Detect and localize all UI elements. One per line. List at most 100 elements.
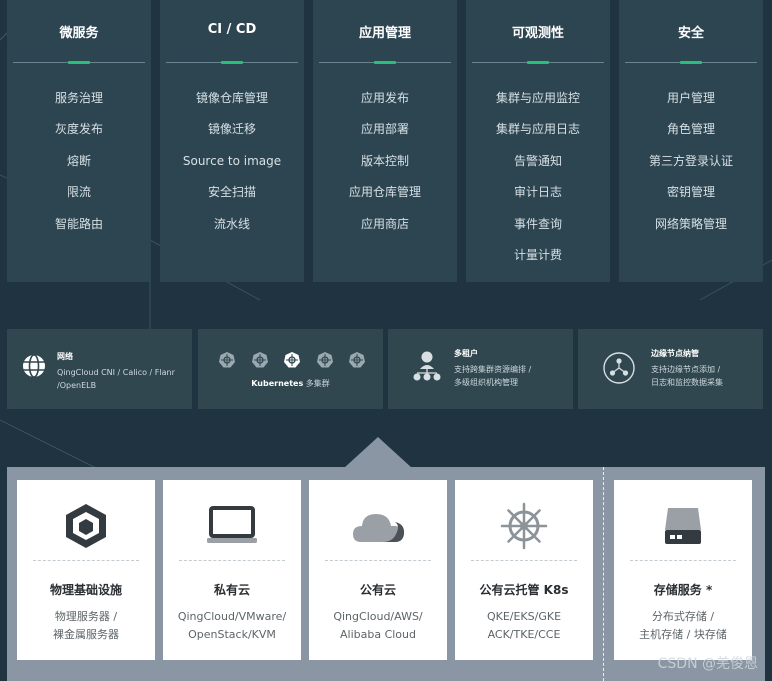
category-item: 应用部署 bbox=[360, 122, 409, 137]
platform-card-managed-k8s: 公有云托管 K8s QKE/EKS/GKE ACK/TKE/CCE bbox=[455, 480, 593, 660]
category-item: 网络策略管理 bbox=[654, 216, 727, 231]
helm-icon bbox=[251, 352, 268, 368]
category-item: 事件查询 bbox=[513, 216, 562, 231]
platform-desc: QKE/EKS/GKE ACK/TKE/CCE bbox=[455, 608, 593, 644]
tenant-icon bbox=[413, 351, 441, 381]
platform-desc: 分布式存储 / 主机存储 / 块存储 bbox=[614, 608, 752, 644]
category-accent bbox=[680, 61, 702, 64]
category-item: 应用商店 bbox=[360, 216, 409, 231]
card-divider bbox=[33, 560, 139, 561]
platform-title: 物理基础设施 bbox=[49, 583, 122, 597]
helm-icon bbox=[349, 352, 365, 368]
band-desc: 支持跨集群资源编排 / bbox=[454, 365, 532, 374]
category-item: 限流 bbox=[66, 185, 91, 200]
platform-card-private-cloud: 私有云 QingCloud/VMware/ OpenStack/KVM bbox=[163, 480, 301, 660]
category-item: 角色管理 bbox=[666, 122, 715, 137]
platform-card-public-cloud: 公有云 QingCloud/AWS/ Alibaba Cloud bbox=[309, 480, 447, 660]
category-item: 应用仓库管理 bbox=[348, 185, 421, 200]
platform-desc-line: 物理服务器 / bbox=[54, 610, 118, 623]
platform-desc: 物理服务器 / 裸金属服务器 bbox=[17, 608, 155, 644]
category-cicd: CI / CD 镜像仓库管理 镜像迁移 Source to image 安全扫描… bbox=[160, 0, 304, 282]
platform-desc-line: QingCloud/AWS/ bbox=[333, 610, 423, 623]
platform-divider bbox=[603, 467, 604, 681]
category-item: 第三方登录认证 bbox=[648, 153, 733, 168]
platform-desc-line: Alibaba Cloud bbox=[339, 628, 416, 641]
platform-title: 私有云 bbox=[213, 583, 250, 597]
storage-icon bbox=[665, 508, 701, 544]
kubernetes-label-zh: 多集群 bbox=[305, 379, 330, 388]
band-title: 边缘节点纳管 bbox=[651, 349, 699, 358]
helm-icon bbox=[219, 352, 235, 368]
category-item: 计量计费 bbox=[513, 247, 562, 262]
helm-icon bbox=[316, 352, 333, 368]
card-divider bbox=[179, 560, 285, 561]
helm-icon bbox=[500, 502, 548, 550]
helm-icon bbox=[284, 352, 300, 368]
category-title: 安全 bbox=[677, 26, 704, 41]
category-item: 智能路由 bbox=[54, 216, 103, 231]
category-item: 用户管理 bbox=[666, 91, 715, 105]
card-divider bbox=[325, 560, 431, 561]
platform-desc-line: 主机存储 / 块存储 bbox=[639, 628, 727, 641]
category-item: 熔断 bbox=[66, 153, 91, 168]
band-desc: 多级组织机构管理 bbox=[454, 378, 518, 387]
category-item: 安全扫描 bbox=[207, 185, 256, 200]
category-item: 应用发布 bbox=[360, 91, 409, 105]
platform-desc: QingCloud/VMware/ OpenStack/KVM bbox=[163, 608, 301, 644]
cloud-icon bbox=[353, 514, 405, 542]
laptop-icon bbox=[207, 506, 257, 543]
category-item: 服务治理 bbox=[54, 91, 103, 105]
band-desc: 日志和监控数据采集 bbox=[651, 378, 723, 387]
globe-icon bbox=[23, 354, 45, 378]
kubernetes-label: Kubernetes 多集群 bbox=[198, 378, 383, 389]
category-item: 镜像迁移 bbox=[207, 122, 256, 137]
category-accent bbox=[374, 61, 396, 64]
category-item: 镜像仓库管理 bbox=[195, 91, 268, 105]
band-title: 多租户 bbox=[454, 349, 478, 358]
band-network: 网络 QingCloud CNI / Calico / Flanr /OpenE… bbox=[7, 329, 192, 409]
category-accent bbox=[527, 61, 549, 64]
edge-node-icon bbox=[603, 352, 635, 384]
helm-icon-row bbox=[218, 351, 366, 369]
watermark: CSDN @羌俊恩 bbox=[657, 656, 758, 672]
band-edge: 边缘节点纳管 支持边缘节点添加 / 日志和监控数据采集 bbox=[578, 329, 763, 409]
category-item: 告警通知 bbox=[513, 153, 562, 168]
platform-title: 存储服务 * bbox=[653, 583, 713, 597]
category-title: 微服务 bbox=[59, 26, 99, 41]
platform-title: 公有云 bbox=[359, 583, 396, 597]
category-title: 应用管理 bbox=[358, 26, 411, 41]
category-app-management: 应用管理 应用发布 应用部署 版本控制 应用仓库管理 应用商店 bbox=[313, 0, 457, 282]
card-divider bbox=[630, 560, 736, 561]
platform-desc-line: 裸金属服务器 bbox=[53, 628, 119, 641]
platform-card-physical: 物理基础设施 物理服务器 / 裸金属服务器 bbox=[17, 480, 155, 660]
category-item: 审计日志 bbox=[513, 185, 562, 200]
category-accent bbox=[68, 61, 90, 64]
category-security: 安全 用户管理 角色管理 第三方登录认证 密钥管理 网络策略管理 bbox=[619, 0, 763, 282]
category-item: 灰度发布 bbox=[54, 122, 103, 137]
category-item: 集群与应用日志 bbox=[495, 122, 580, 137]
category-item: 密钥管理 bbox=[666, 185, 715, 200]
platform-desc-line: QingCloud/VMware/ bbox=[177, 610, 287, 623]
category-item: 流水线 bbox=[213, 216, 250, 231]
category-accent bbox=[221, 61, 243, 64]
category-title: CI / CD bbox=[207, 22, 257, 37]
band-title: 网络 bbox=[57, 352, 73, 361]
kubernetes-label-en: Kubernetes bbox=[251, 379, 304, 388]
platform-desc: QingCloud/AWS/ Alibaba Cloud bbox=[309, 608, 447, 644]
category-item: 集群与应用监控 bbox=[495, 91, 580, 105]
platform-pointer bbox=[344, 437, 412, 468]
cube-icon bbox=[66, 504, 106, 548]
category-title: 可观测性 bbox=[511, 26, 564, 41]
card-divider bbox=[471, 560, 577, 561]
band-kubernetes: Kubernetes 多集群 bbox=[198, 329, 383, 409]
category-observability: 可观测性 集群与应用监控 集群与应用日志 告警通知 审计日志 事件查询 计量计费 bbox=[466, 0, 610, 282]
platform-desc-line: QKE/EKS/GKE bbox=[486, 610, 562, 623]
platform-desc-line: 分布式存储 / bbox=[651, 610, 715, 623]
band-tenant: 多租户 支持跨集群资源编排 / 多级组织机构管理 bbox=[388, 329, 573, 409]
category-item: 版本控制 bbox=[360, 153, 409, 168]
band-desc: /OpenELB bbox=[57, 381, 97, 390]
platform-desc-line: OpenStack/KVM bbox=[188, 628, 276, 641]
platform-card-storage: 存储服务 * 分布式存储 / 主机存储 / 块存储 bbox=[614, 480, 752, 660]
category-item: Source to image bbox=[182, 153, 282, 168]
platform-desc-line: ACK/TKE/CCE bbox=[487, 628, 561, 641]
